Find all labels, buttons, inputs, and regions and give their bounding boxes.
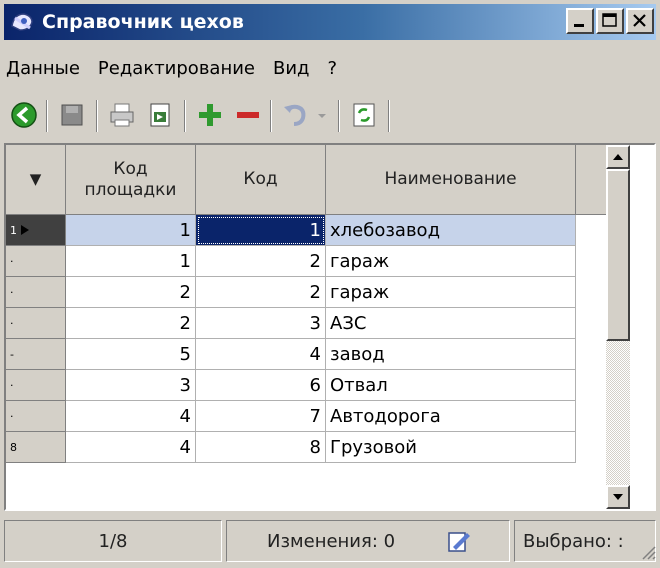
table-row[interactable]: · 2 3 АЗС [6,308,576,339]
cell-code[interactable]: 4 [196,339,326,370]
close-icon [633,14,646,27]
row-indicator[interactable]: · [6,370,66,401]
arrow-up-icon [613,154,623,160]
current-row-icon [21,225,29,235]
undo-button[interactable] [278,96,314,134]
cell-code[interactable]: 2 [196,246,326,277]
table-row[interactable]: 8 4 8 Грузовой [6,432,576,463]
cell-area-code[interactable]: 4 [66,432,196,463]
remove-button[interactable] [230,96,266,134]
header-name[interactable]: Наименование [326,145,576,215]
cell-name[interactable]: завод [326,339,576,370]
header-code[interactable]: Код [196,145,326,215]
table-row[interactable]: · 2 2 гараж [6,277,576,308]
row-indicator[interactable]: · [6,246,66,277]
minimize-button[interactable] [566,8,594,34]
save-icon [61,104,83,126]
record-position: 1/8 [4,520,222,562]
arrow-down-icon [613,494,623,500]
print-button[interactable] [104,96,140,134]
cell-code[interactable]: 6 [196,370,326,401]
cell-name[interactable]: гараж [326,277,576,308]
cell-area-code[interactable]: 3 [66,370,196,401]
print-icon [110,103,134,127]
data-grid: ▼ Код площадки Код Наименование 1 1 1 хлебоз… [4,143,656,511]
header-area-code[interactable]: Код площадки [66,145,196,215]
maximize-button[interactable] [596,8,624,34]
row-selector-header[interactable]: ▼ [6,145,66,215]
status-bar: 1/8 Изменения: 0 Выбрано: : [0,516,660,566]
edit-note-icon [448,532,471,552]
cell-code[interactable]: 3 [196,308,326,339]
refresh-icon [353,103,375,127]
selected-count: Выбрано: : [514,520,656,562]
row-indicator[interactable]: 8 [6,432,66,463]
add-button[interactable] [192,96,228,134]
cell-name[interactable]: хлебозавод [326,215,576,246]
add-icon [199,104,221,126]
table-row[interactable]: · 3 6 Отвал [6,370,576,401]
vertical-scrollbar[interactable] [606,145,630,509]
title-bar[interactable]: Справочник цехов [4,4,656,40]
cell-name[interactable]: Грузовой [326,432,576,463]
changes-count: Изменения: 0 [226,520,510,562]
row-indicator[interactable]: - [6,339,66,370]
cell-area-code[interactable]: 1 [66,246,196,277]
chevron-down-icon [318,114,326,118]
cell-name[interactable]: Автодорога [326,401,576,432]
maximize-icon [602,13,617,27]
row-indicator[interactable]: 1 [6,215,66,246]
cell-code[interactable]: 8 [196,432,326,463]
menu-bar: Данные Редактирование Вид ? [6,58,337,84]
toolbar [4,96,654,138]
remove-icon [237,112,259,118]
undo-icon [284,104,306,126]
row-indicator[interactable]: · [6,277,66,308]
menu-help[interactable]: ? [328,58,338,84]
menu-view[interactable]: Вид [273,58,310,84]
back-icon [11,102,37,128]
save-button[interactable] [54,96,90,134]
close-button[interactable] [626,8,654,34]
cell-name[interactable]: АЗС [326,308,576,339]
export-button[interactable] [142,96,178,134]
table-row[interactable]: · 1 2 гараж [6,246,576,277]
cell-area-code[interactable]: 2 [66,277,196,308]
minimize-icon [574,24,584,27]
resize-grip-icon[interactable] [640,544,656,560]
app-window: Справочник цехов Данные Редактирование В… [0,0,660,568]
menu-data[interactable]: Данные [6,58,80,84]
window-title: Справочник цехов [42,11,244,33]
cell-area-code[interactable]: 4 [66,401,196,432]
cell-code[interactable]: 2 [196,277,326,308]
app-icon [11,13,33,31]
scroll-down-button[interactable] [606,485,630,509]
undo-dropdown[interactable] [312,96,332,134]
cell-area-code[interactable]: 1 [66,215,196,246]
cell-name[interactable]: Отвал [326,370,576,401]
cell-area-code[interactable]: 2 [66,308,196,339]
scroll-up-button[interactable] [606,145,630,169]
export-icon [150,103,170,127]
row-indicator[interactable]: · [6,308,66,339]
cell-area-code[interactable]: 5 [66,339,196,370]
table-row[interactable]: · 4 7 Автодорога [6,401,576,432]
table-row[interactable]: -5 4 завод [6,339,576,370]
cell-name[interactable]: гараж [326,246,576,277]
back-button[interactable] [6,96,42,134]
table-row[interactable]: 1 1 1 хлебозавод [6,215,576,246]
cell-code[interactable]: 1 [196,215,326,246]
refresh-button[interactable] [346,96,382,134]
row-indicator[interactable]: · [6,401,66,432]
scroll-thumb[interactable] [606,169,630,341]
sort-dropdown-icon: ▼ [29,170,42,188]
cell-code[interactable]: 7 [196,401,326,432]
menu-edit[interactable]: Редактирование [98,58,255,84]
